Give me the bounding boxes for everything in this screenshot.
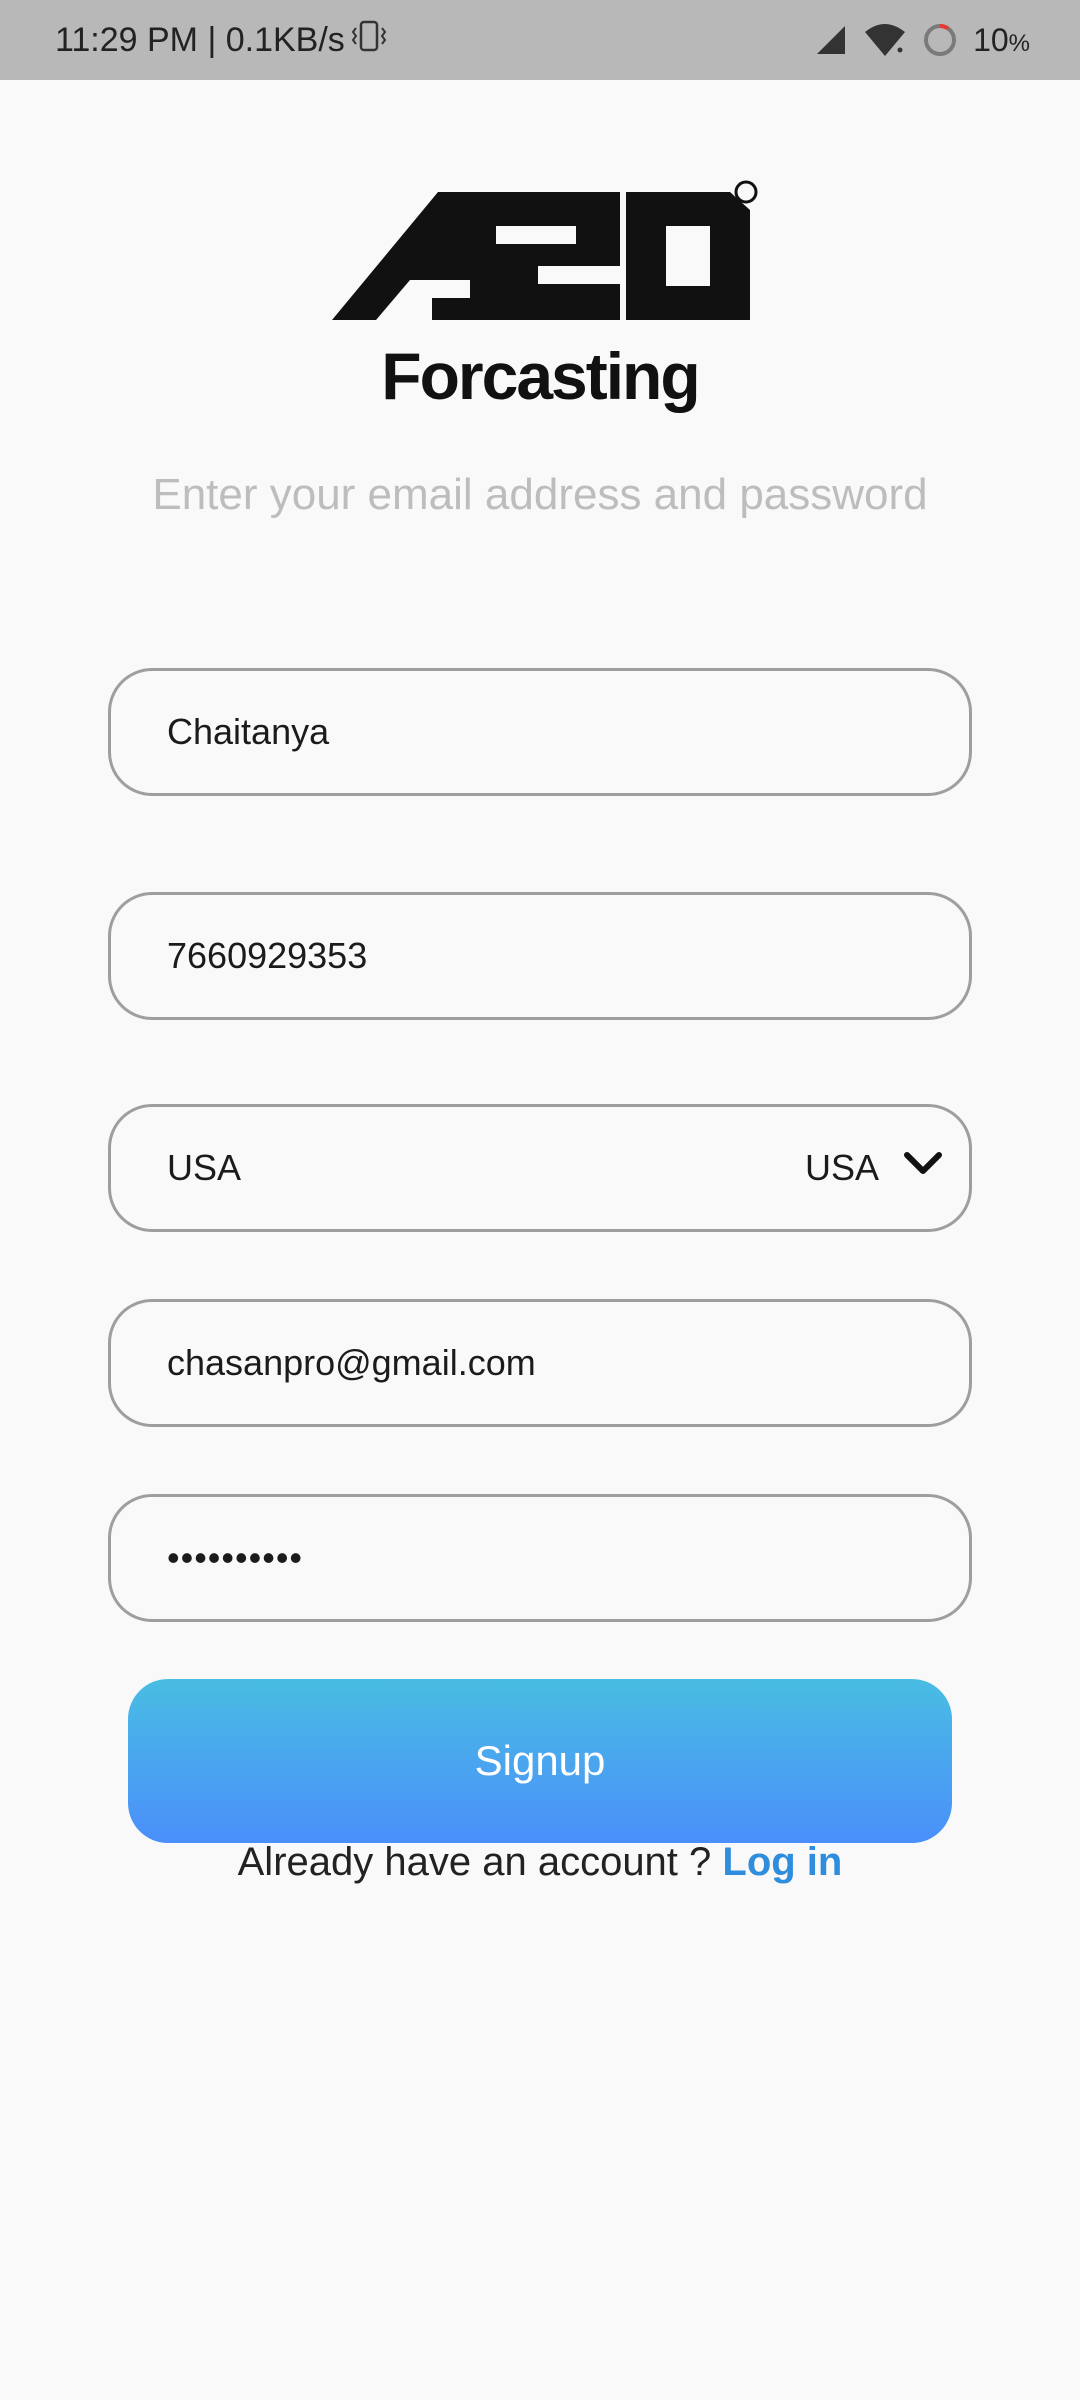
wifi-icon: [863, 22, 907, 58]
phone-field[interactable]: 7660929353: [108, 892, 972, 1020]
email-field[interactable]: chasanpro@gmail.com: [108, 1299, 972, 1427]
signup-label: Signup: [474, 1737, 606, 1784]
name-field[interactable]: Chaitanya: [108, 668, 972, 796]
battery-percent: 10%: [973, 21, 1030, 58]
status-bar: 11:29 PM | 0.1KB/s 10%: [0, 0, 1080, 80]
email-value: chasanpro@gmail.com: [167, 1342, 536, 1383]
status-right: 10%: [813, 21, 1030, 59]
country-dropdown[interactable]: USA: [805, 1142, 945, 1195]
vibrate-icon: [351, 18, 387, 63]
login-row: Already have an account ? Log in: [0, 1840, 1080, 1885]
a2d-logo-icon: [332, 180, 758, 320]
battery-saver-icon: [921, 21, 959, 59]
password-value: ••••••••••: [167, 1537, 304, 1578]
name-value: Chaitanya: [167, 711, 330, 752]
country-field[interactable]: USA USA: [108, 1104, 972, 1232]
signal-icon: [813, 22, 849, 58]
subtitle: Enter your email address and password: [152, 470, 928, 519]
country-value: USA: [167, 1147, 242, 1188]
status-time-speed: 11:29 PM | 0.1KB/s: [55, 20, 345, 59]
login-prompt: Already have an account ?: [237, 1840, 723, 1884]
app-name: Forcasting: [381, 339, 700, 413]
password-field[interactable]: ••••••••••: [108, 1494, 972, 1622]
logo-block: Forcasting: [0, 180, 1080, 414]
chevron-down-icon: [901, 1142, 945, 1195]
phone-value: 7660929353: [167, 935, 368, 976]
status-left: 11:29 PM | 0.1KB/s: [55, 18, 387, 63]
signup-button[interactable]: Signup: [128, 1679, 952, 1843]
login-link[interactable]: Log in: [722, 1840, 842, 1884]
country-selected: USA: [804, 1147, 879, 1188]
